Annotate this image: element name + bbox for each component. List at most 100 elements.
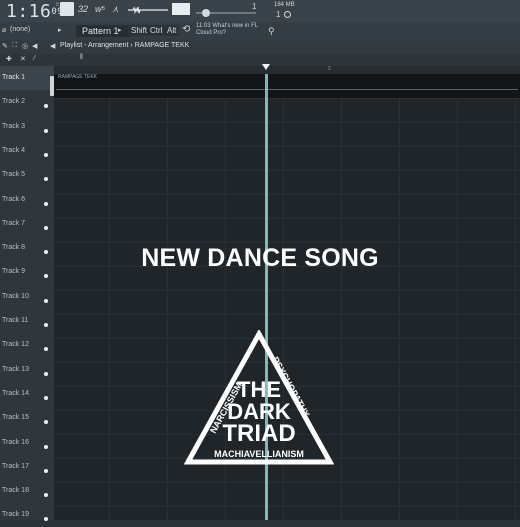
- track-label: Track 10: [2, 292, 29, 300]
- track-mute-led-icon[interactable]: [44, 395, 48, 400]
- typing-keyboard-icon[interactable]: w⁵: [95, 4, 105, 14]
- track-label: Track 7: [2, 219, 26, 227]
- track-label: Track 4: [2, 146, 26, 154]
- track-mute-led-icon[interactable]: [44, 225, 48, 230]
- oscilloscope-icon: [128, 6, 168, 15]
- news-icon[interactable]: ⟲: [182, 24, 190, 35]
- track-header[interactable]: Track 17: [0, 455, 54, 479]
- track-label: Track 16: [2, 438, 29, 446]
- clip-waveform: [56, 89, 518, 90]
- cpu-value: 1: [252, 2, 257, 11]
- track-label: Track 6: [2, 195, 26, 203]
- track-header[interactable]: Track 2: [0, 90, 54, 114]
- master-volume-meter[interactable]: [172, 3, 190, 15]
- ctrl-key-button[interactable]: Ctrl: [147, 25, 166, 36]
- news-panel[interactable]: 11:03 What's new in FL Cloud Pro?: [196, 23, 258, 37]
- track-mute-led-icon[interactable]: [44, 177, 48, 182]
- news-time: 11:03: [196, 23, 211, 29]
- playlist-header: ✎ ⛶ ◎ ◀ ◀ Playlist - Arrangement › RAMPA…: [0, 40, 520, 54]
- track-mute-led-icon[interactable]: [44, 468, 48, 473]
- track-label: Track 15: [2, 414, 29, 422]
- track-header[interactable]: Track 15: [0, 406, 54, 430]
- snap-icon[interactable]: ‖: [80, 54, 83, 61]
- ruler-mark: 2: [328, 66, 331, 72]
- track-header[interactable]: Track 16: [0, 431, 54, 455]
- track-header[interactable]: Track 13: [0, 358, 54, 382]
- track-label: Track 17: [2, 462, 29, 470]
- time-value: 1:16: [6, 1, 52, 22]
- track-label: Track 12: [2, 341, 29, 349]
- alt-key-button[interactable]: Alt: [164, 25, 180, 36]
- track-mute-led-icon[interactable]: [44, 128, 48, 133]
- zoom-tool-icon[interactable]: ◎: [22, 42, 28, 50]
- track-header[interactable]: Track 19: [0, 503, 54, 527]
- audio-clip[interactable]: RAMPAGE TEKK: [54, 74, 520, 98]
- track-header[interactable]: Track 10: [0, 285, 54, 309]
- track-header[interactable]: Track 12: [0, 333, 54, 357]
- logo-machiavellianism: MACHIAVELLIANISM: [214, 449, 304, 459]
- step-mode-button[interactable]: 32: [78, 4, 88, 14]
- slice-icon[interactable]: ∕: [34, 55, 35, 62]
- track-mute-led-icon[interactable]: [44, 104, 48, 109]
- track-mute-led-icon[interactable]: [44, 323, 48, 327]
- track-header[interactable]: Track 6: [0, 188, 54, 212]
- track-header[interactable]: Track 7: [0, 212, 54, 236]
- track-header[interactable]: Track 5: [0, 163, 54, 187]
- cpu-ring-icon: [284, 11, 291, 18]
- overlay-title: NEW DANCE SONG: [141, 244, 379, 272]
- news-line2: Cloud Pro?: [196, 30, 227, 36]
- track-mute-led-icon[interactable]: [44, 517, 48, 522]
- none-selector[interactable]: (none): [10, 26, 30, 33]
- playlist-menu-icon[interactable]: ◀: [50, 42, 55, 50]
- track-list: Track 1 Track 2 Track 3 Track 4 Track 5 Track…: [0, 66, 54, 522]
- track-label: Track 3: [2, 122, 26, 130]
- track-label: Track 18: [2, 487, 29, 495]
- logo-triad: TRIAD: [222, 420, 295, 447]
- track-mute-led-icon[interactable]: [44, 201, 48, 206]
- track-mute-led-icon[interactable]: [44, 298, 48, 303]
- track-label: Track 2: [2, 98, 26, 106]
- track-label: Track 11: [2, 317, 29, 324]
- clip-name: RAMPAGE TEKK: [58, 74, 97, 80]
- track-mute-led-icon[interactable]: [44, 152, 48, 157]
- main-toolbar: 1:1609 B:S:T 32 w⁵ ⋏ 1 184 MB 1: [0, 0, 520, 22]
- track-header[interactable]: Track 4: [0, 139, 54, 163]
- move-icon[interactable]: ✚: [6, 55, 12, 63]
- pattern-mode-button[interactable]: [60, 2, 74, 16]
- cut-icon[interactable]: ✕: [20, 55, 26, 63]
- speaker-icon[interactable]: ◀: [32, 42, 37, 50]
- track-label: Track 13: [2, 365, 29, 373]
- track-header[interactable]: Track 3: [0, 115, 54, 139]
- track-label: Track 5: [2, 171, 26, 179]
- draw-tool-icon[interactable]: ✎: [2, 42, 8, 50]
- track-mute-led-icon[interactable]: [44, 420, 48, 425]
- memory-usage: 184 MB: [274, 2, 295, 8]
- slider-knob-icon[interactable]: [202, 9, 210, 17]
- polyphony-value: 1: [276, 10, 281, 19]
- track-label: Track 14: [2, 389, 29, 397]
- pattern-add-icon[interactable]: ▸: [118, 26, 122, 34]
- playhead-marker-icon[interactable]: [262, 64, 270, 70]
- secondary-toolbar: ⌀ (none) ▸ Pattern 1 ▸ Shift Ctrl Alt ⟲ …: [0, 22, 520, 40]
- timeline-ruler[interactable]: 2: [54, 66, 520, 74]
- prev-arrow-icon[interactable]: ▸: [58, 26, 62, 34]
- plugin-icon[interactable]: ⚲: [268, 26, 275, 37]
- track-header[interactable]: Track 18: [0, 479, 54, 503]
- metronome-icon[interactable]: ⋏: [112, 4, 119, 15]
- track-mute-led-icon[interactable]: [44, 444, 48, 449]
- track-header[interactable]: Track 1: [0, 66, 54, 90]
- track-label: Track 19: [2, 511, 29, 519]
- track-header[interactable]: Track 11: [0, 309, 54, 333]
- track-label: Track 1: [2, 74, 26, 81]
- select-tool-icon[interactable]: ⛶: [12, 42, 17, 50]
- track-mute-led-icon[interactable]: [44, 274, 48, 279]
- track-mute-led-icon[interactable]: [44, 371, 48, 376]
- news-line1: What's new in FL: [212, 23, 259, 29]
- link-icon[interactable]: ⌀: [2, 26, 6, 34]
- playlist-subtoolbar: ✚ ✕ ∕ ‖: [0, 54, 520, 66]
- dark-triad-logo: THE DARK TRIAD NARCISSISM PSYCHOPATHY MA…: [184, 330, 334, 465]
- track-header[interactable]: Track 14: [0, 382, 54, 406]
- time-display[interactable]: 1:1609 B:S:T: [6, 1, 73, 22]
- track-mute-led-icon[interactable]: [44, 347, 48, 352]
- track-mute-led-icon[interactable]: [44, 493, 48, 498]
